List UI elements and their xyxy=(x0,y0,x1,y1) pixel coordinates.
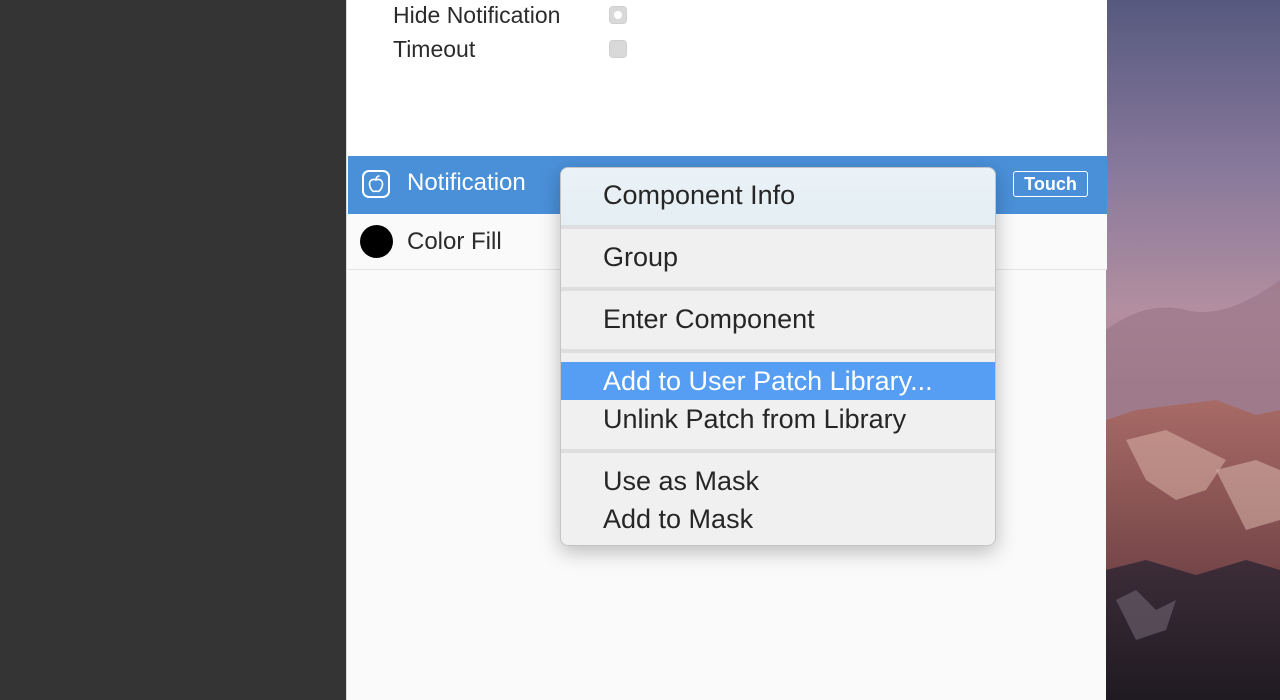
menu-item-enter-component[interactable]: Enter Component xyxy=(561,300,995,338)
property-row-hide-notification: Hide Notification xyxy=(393,0,627,30)
desktop-screen: Hide Notification Timeout Notification T… xyxy=(0,0,1280,700)
touch-badge[interactable]: Touch xyxy=(1013,171,1088,197)
layer-name: Color Fill xyxy=(407,228,502,255)
menu-item-component-info[interactable]: Component Info xyxy=(561,176,995,214)
layer-name: Notification xyxy=(407,169,526,196)
property-label: Hide Notification xyxy=(393,1,561,28)
dark-left-area xyxy=(0,0,346,700)
menu-item-use-as-mask[interactable]: Use as Mask xyxy=(561,462,995,500)
menu-separator xyxy=(561,225,995,229)
inspector-section: Hide Notification Timeout xyxy=(347,0,1107,156)
menu-item-add-to-user-patch-library[interactable]: Add to User Patch Library... xyxy=(561,362,995,400)
color-swatch xyxy=(360,225,393,258)
apple-logo-icon xyxy=(362,170,390,198)
timeout-checkbox[interactable] xyxy=(609,40,627,58)
menu-item-group[interactable]: Group xyxy=(561,238,995,276)
context-menu: Component Info Group Enter Component Add… xyxy=(560,167,996,546)
menu-separator xyxy=(561,287,995,291)
menu-separator xyxy=(561,449,995,453)
property-label: Timeout xyxy=(393,35,476,62)
property-row-timeout: Timeout xyxy=(393,34,627,64)
desktop-wallpaper xyxy=(1106,0,1280,700)
mountain-wallpaper-image xyxy=(1106,0,1280,700)
menu-item-unlink-patch-from-library[interactable]: Unlink Patch from Library xyxy=(561,400,995,438)
menu-item-add-to-mask[interactable]: Add to Mask xyxy=(561,500,995,538)
hide-notification-checkbox[interactable] xyxy=(609,6,627,24)
menu-separator xyxy=(561,349,995,353)
